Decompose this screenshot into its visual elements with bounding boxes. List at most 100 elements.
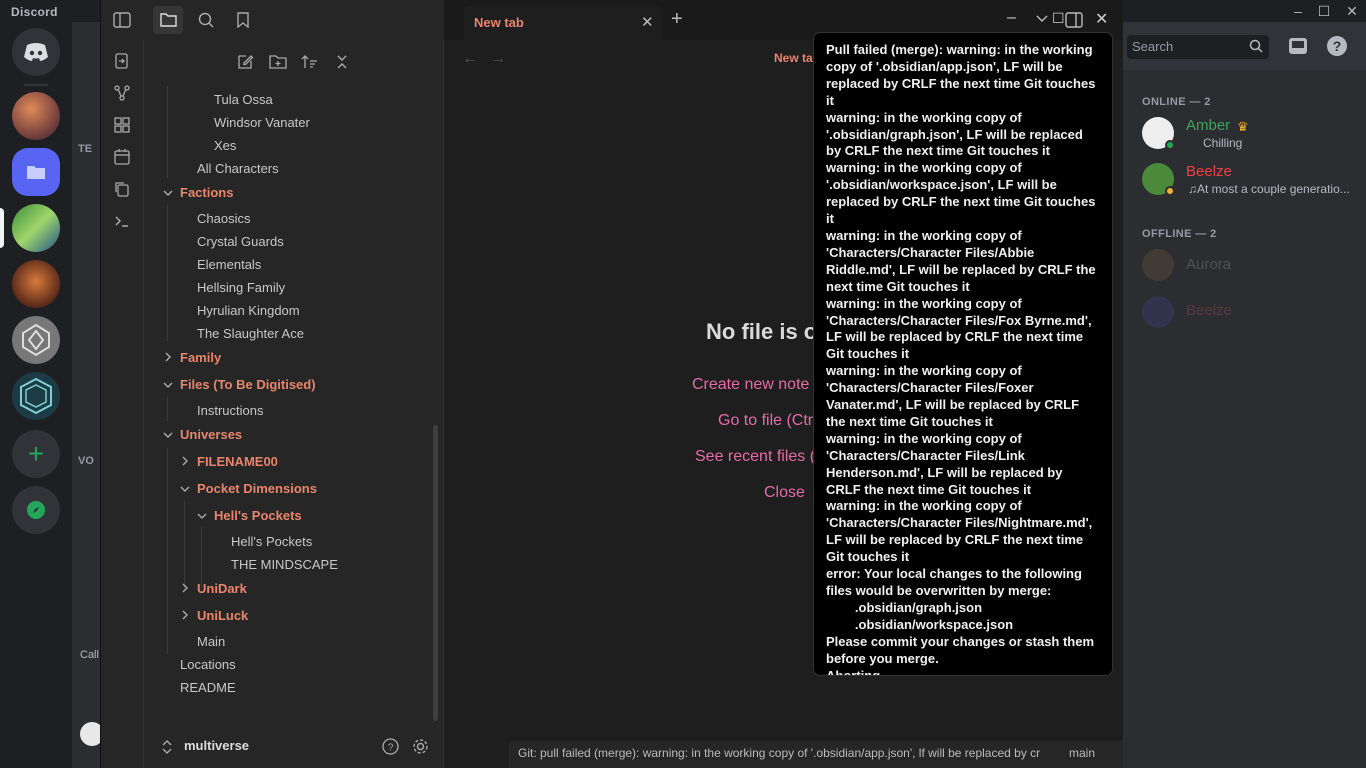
folder-item[interactable]: Factions xyxy=(180,185,233,200)
chevrons-up-down-icon xyxy=(162,740,172,754)
member-status: ♫At most a couple generatio... xyxy=(1188,182,1350,196)
online-status-dot xyxy=(1165,140,1175,150)
chevron-right-icon[interactable] xyxy=(180,610,190,620)
help-icon[interactable]: ? xyxy=(1326,35,1348,57)
file-item[interactable]: THE MINDSCAPE xyxy=(231,557,338,572)
discover-button[interactable] xyxy=(12,486,60,534)
svg-text:?: ? xyxy=(388,743,394,754)
folder-item[interactable]: Universes xyxy=(180,427,242,442)
discord-home-button[interactable] xyxy=(12,28,60,76)
chevron-down-icon[interactable] xyxy=(180,484,190,494)
inbox-icon[interactable] xyxy=(1288,36,1308,56)
git-status-message[interactable]: Git: pull failed (merge): warning: in th… xyxy=(518,746,1058,760)
help-icon[interactable]: ? xyxy=(382,738,399,755)
discord-maximize-button[interactable]: ☐ xyxy=(1310,0,1338,22)
file-item[interactable]: Xes xyxy=(214,138,236,153)
member-name[interactable]: Beelze xyxy=(1186,163,1232,180)
file-item[interactable]: Chaosics xyxy=(197,211,250,226)
member-avatar[interactable] xyxy=(1142,296,1174,328)
file-item[interactable]: Crystal Guards xyxy=(197,234,284,249)
indent-guide xyxy=(167,205,168,341)
close-window-button[interactable]: ✕ xyxy=(1095,9,1108,29)
member-name[interactable]: Beelze xyxy=(1186,302,1232,319)
folder-item[interactable]: UniLuck xyxy=(197,608,248,623)
settings-gear-icon[interactable] xyxy=(412,738,429,755)
server-icon-sunset[interactable] xyxy=(12,92,60,140)
calendar-icon[interactable] xyxy=(113,148,131,166)
forward-arrow-icon[interactable]: → xyxy=(490,50,506,68)
tab-label: New tab xyxy=(474,15,524,30)
file-item[interactable]: The Slaughter Ace xyxy=(197,326,304,341)
sort-icon[interactable] xyxy=(301,53,319,71)
file-item[interactable]: Main xyxy=(197,634,225,649)
chevron-right-icon[interactable] xyxy=(180,456,190,466)
bookmark-icon[interactable] xyxy=(236,12,250,28)
folder-item[interactable]: Files (To Be Digitised) xyxy=(180,377,316,392)
call-label: Call xyxy=(80,649,99,661)
close-link[interactable]: Close xyxy=(764,484,805,502)
terminal-icon[interactable] xyxy=(113,212,131,230)
chevron-right-icon[interactable] xyxy=(163,352,173,362)
folder-item[interactable]: UniDark xyxy=(197,581,247,596)
copy-icon[interactable] xyxy=(113,180,131,198)
minimize-button[interactable]: – xyxy=(1007,9,1016,27)
music-icon: ♫ xyxy=(1188,182,1197,196)
file-item[interactable]: Windsor Vanater xyxy=(214,115,310,130)
chevron-down-icon[interactable] xyxy=(163,380,173,390)
folder-item[interactable]: Hell's Pockets xyxy=(214,508,302,523)
sidebar-toggle-icon[interactable] xyxy=(113,12,131,28)
add-server-button[interactable]: + xyxy=(12,430,60,478)
server-icon-green[interactable] xyxy=(12,204,60,252)
new-note-icon[interactable] xyxy=(236,53,254,71)
chevron-down-icon[interactable] xyxy=(163,430,173,440)
file-item[interactable]: Tula Ossa xyxy=(214,92,273,107)
back-arrow-icon[interactable]: ← xyxy=(462,50,478,68)
file-item[interactable]: Hellsing Family xyxy=(197,280,285,295)
server-folder[interactable] xyxy=(12,148,60,196)
chevron-down-icon[interactable] xyxy=(197,511,207,521)
svg-text:?: ? xyxy=(1333,38,1342,54)
git-error-notice[interactable]: Pull failed (merge): warning: in the wor… xyxy=(813,32,1113,676)
git-branch[interactable]: main xyxy=(1069,746,1095,760)
indent-guide xyxy=(184,501,185,591)
search-icon[interactable] xyxy=(198,12,214,28)
new-folder-icon[interactable] xyxy=(269,53,287,71)
maximize-button[interactable]: ☐ xyxy=(1052,10,1065,27)
folder-item[interactable]: FILENAME00 xyxy=(197,454,278,469)
close-icon[interactable]: ✕ xyxy=(641,13,654,31)
file-item[interactable]: Locations xyxy=(180,657,236,672)
folder-item[interactable]: Family xyxy=(180,350,221,365)
channel-section-label: VO xyxy=(78,455,94,467)
file-item[interactable]: All Characters xyxy=(197,161,279,176)
chevron-down-icon[interactable] xyxy=(163,188,173,198)
file-item[interactable]: Elementals xyxy=(197,257,261,272)
canvas-icon[interactable] xyxy=(113,116,131,134)
member-avatar[interactable] xyxy=(1142,249,1174,281)
file-item[interactable]: Hyrulian Kingdom xyxy=(197,303,300,318)
new-tab-button[interactable]: + xyxy=(671,9,683,29)
server-icon-emblem[interactable] xyxy=(12,316,60,364)
discord-search-input[interactable]: Search xyxy=(1127,35,1269,59)
open-switcher-icon[interactable] xyxy=(113,52,131,70)
files-tab-button[interactable] xyxy=(153,6,183,34)
file-item[interactable]: README xyxy=(180,680,236,695)
chevron-down-icon[interactable] xyxy=(1036,15,1048,23)
discord-logo-icon xyxy=(24,43,48,61)
chevron-right-icon[interactable] xyxy=(180,583,190,593)
file-explorer-scrollbar[interactable] xyxy=(433,425,438,721)
member-name[interactable]: Aurora xyxy=(1186,256,1231,273)
file-item[interactable]: Instructions xyxy=(197,403,263,418)
server-icon-fire[interactable] xyxy=(12,260,60,308)
graph-view-icon[interactable] xyxy=(113,84,131,102)
tab-new-tab[interactable]: New tab ✕ xyxy=(464,6,662,40)
channel-column: TE VO Call xyxy=(72,22,104,768)
discord-minimize-button[interactable]: – xyxy=(1284,0,1312,22)
right-sidebar-toggle-icon[interactable] xyxy=(1065,12,1083,28)
member-name[interactable]: Amber xyxy=(1186,117,1230,134)
vault-switcher[interactable]: multiverse ? xyxy=(144,728,444,768)
file-item[interactable]: Hell's Pockets xyxy=(231,534,312,549)
server-icon-hex[interactable] xyxy=(12,372,60,420)
folder-item[interactable]: Pocket Dimensions xyxy=(197,481,317,496)
collapse-all-icon[interactable] xyxy=(333,53,351,71)
discord-close-button[interactable]: ✕ xyxy=(1338,0,1366,22)
